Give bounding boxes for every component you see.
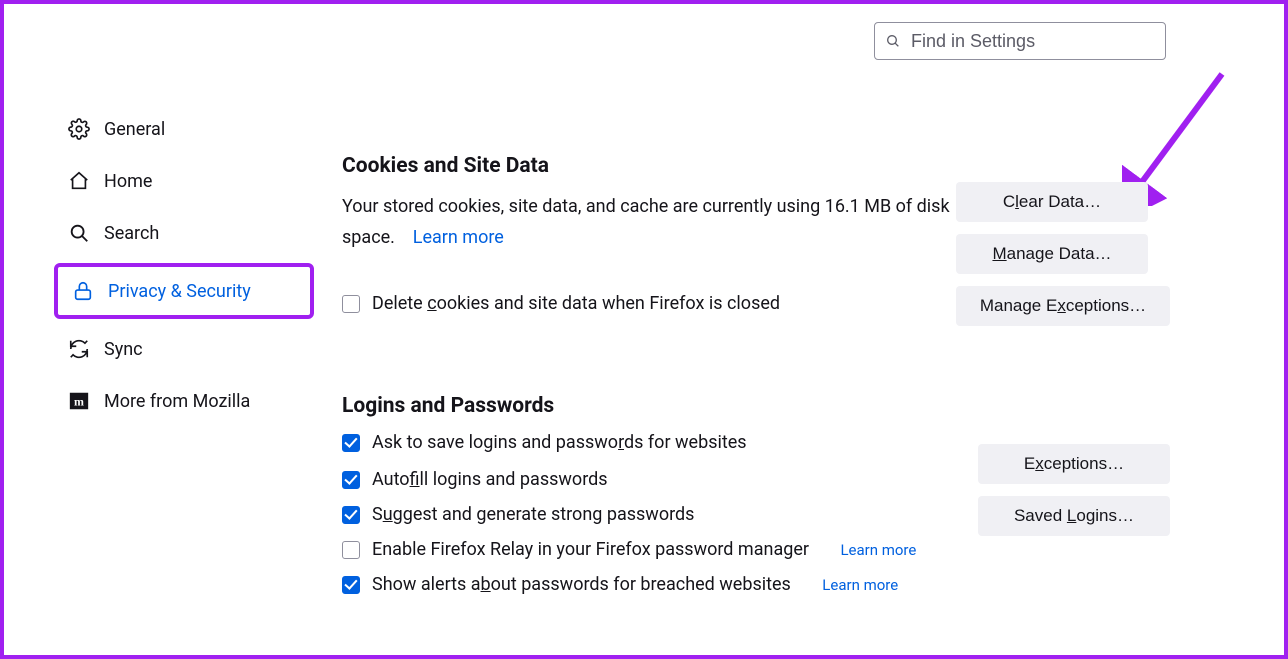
relay-label: Enable Firefox Relay in your Firefox pas…: [372, 539, 809, 560]
cookies-section-heading: Cookies and Site Data: [342, 154, 1264, 178]
autofill-checkbox[interactable]: [342, 471, 360, 489]
sidebar-item-label: Privacy & Security: [108, 281, 251, 302]
delete-on-close-label: Delete cookies and site data when Firefo…: [372, 293, 780, 314]
ask-save-label: Ask to save logins and passwords for web…: [372, 432, 747, 453]
gear-icon: [68, 118, 90, 140]
cookies-learn-more-link[interactable]: Learn more: [413, 227, 504, 248]
search-icon: [68, 222, 90, 244]
breach-checkbox[interactable]: [342, 576, 360, 594]
svg-text:m: m: [74, 395, 84, 409]
delete-on-close-checkbox[interactable]: [342, 295, 360, 313]
mozilla-icon: m: [68, 390, 90, 412]
sidebar-item-privacy-security[interactable]: Privacy & Security: [54, 263, 314, 319]
suggest-label: Suggest and generate strong passwords: [372, 504, 694, 525]
home-icon: [68, 170, 90, 192]
autofill-label: Autofill logins and passwords: [372, 469, 608, 490]
main-panel: Cookies and Site Data Your stored cookie…: [314, 24, 1264, 609]
sidebar-item-general[interactable]: General: [54, 107, 314, 151]
sidebar-item-label: More from Mozilla: [104, 391, 250, 412]
relay-checkbox[interactable]: [342, 541, 360, 559]
sidebar-item-label: Search: [104, 223, 159, 244]
sidebar-item-more-mozilla[interactable]: m More from Mozilla: [54, 379, 314, 423]
sidebar-item-home[interactable]: Home: [54, 159, 314, 203]
breach-label: Show alerts about passwords for breached…: [372, 574, 791, 595]
sidebar-item-label: Home: [104, 171, 152, 192]
logins-section-heading: Logins and Passwords: [342, 394, 1264, 418]
breach-learn-more-link[interactable]: Learn more: [822, 576, 898, 594]
sidebar: General Home Search Privacy & Security S…: [54, 24, 314, 609]
storage-size: 16.1 MB: [825, 196, 892, 217]
lock-icon: [72, 280, 94, 302]
suggest-checkbox[interactable]: [342, 506, 360, 524]
cookies-description: Your stored cookies, site data, and cach…: [342, 192, 952, 253]
ask-save-checkbox[interactable]: [342, 434, 360, 452]
sidebar-item-label: General: [104, 119, 165, 140]
sync-icon: [68, 338, 90, 360]
relay-learn-more-link[interactable]: Learn more: [840, 541, 916, 559]
sidebar-item-sync[interactable]: Sync: [54, 327, 314, 371]
sidebar-item-label: Sync: [104, 339, 143, 360]
sidebar-item-search[interactable]: Search: [54, 211, 314, 255]
